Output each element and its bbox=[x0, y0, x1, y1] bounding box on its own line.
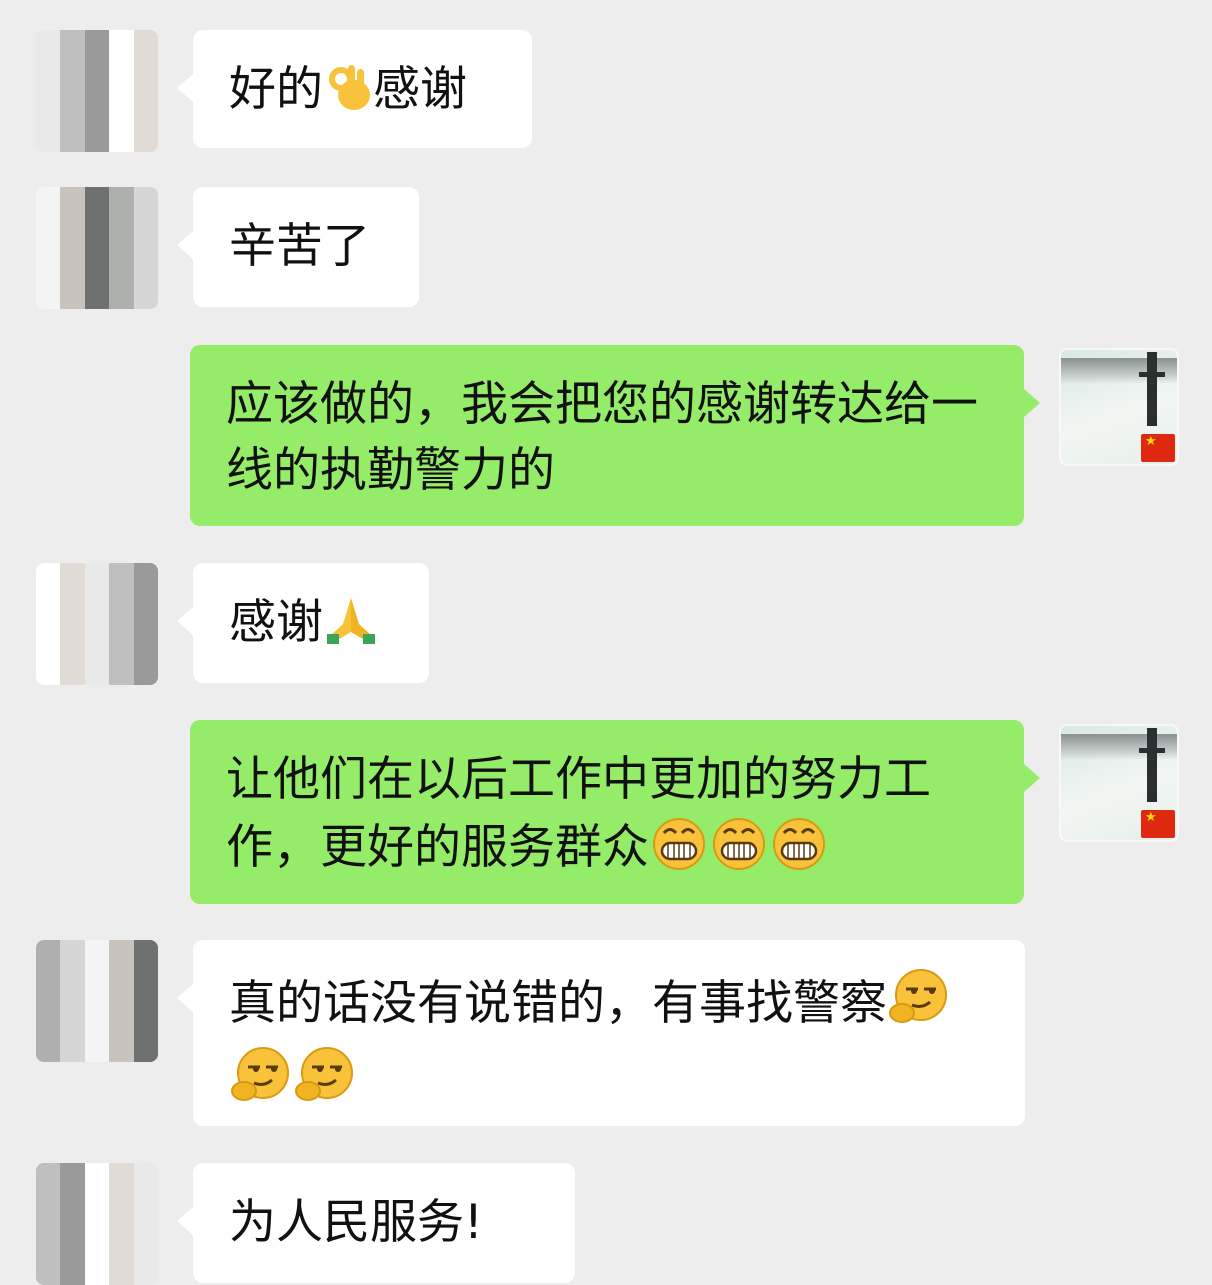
contact-avatar[interactable] bbox=[36, 1163, 158, 1285]
contact-avatar[interactable] bbox=[36, 940, 158, 1062]
message-bubble-incoming[interactable]: 为人民服务! bbox=[177, 1163, 575, 1283]
sly-smirk-emoji-icon bbox=[230, 1045, 292, 1123]
my-avatar[interactable] bbox=[1059, 724, 1179, 842]
my-avatar[interactable] bbox=[1059, 348, 1179, 466]
china-flag-icon bbox=[1141, 810, 1175, 838]
folded-hands-icon bbox=[324, 594, 378, 664]
sly-smirk-emoji-icon bbox=[888, 967, 950, 1045]
message-text: 感谢 bbox=[373, 62, 467, 117]
message-bubble-incoming[interactable]: 辛苦了 bbox=[177, 187, 419, 307]
contact-avatar[interactable] bbox=[36, 30, 158, 152]
ok-hand-icon bbox=[324, 61, 372, 131]
message-text: 为人民服务! bbox=[229, 1195, 483, 1250]
grin-emoji-icon bbox=[770, 813, 828, 889]
contact-avatar[interactable] bbox=[36, 563, 158, 685]
message-bubble-incoming[interactable]: 真的话没有说错的，有事找警察 bbox=[177, 940, 1025, 1126]
message-text: 应该做的，我会把您的感谢转达给一线的执勤警力的 bbox=[226, 377, 978, 498]
message-text: 好的 bbox=[229, 62, 323, 117]
grin-emoji-icon bbox=[650, 813, 708, 889]
message-text: 辛苦了 bbox=[229, 219, 370, 274]
grin-emoji-icon bbox=[710, 813, 768, 889]
message-text: 感谢 bbox=[229, 595, 323, 650]
message-bubble-incoming[interactable]: 好的 感谢 bbox=[177, 30, 532, 148]
message-bubble-outgoing[interactable]: 让他们在以后工作中更加的努力工作，更好的服务群众 bbox=[190, 720, 1040, 904]
china-flag-icon bbox=[1141, 434, 1175, 462]
message-text: 真的话没有说错的，有事找警察 bbox=[229, 976, 887, 1031]
message-bubble-incoming[interactable]: 感谢 bbox=[177, 563, 429, 683]
sly-smirk-emoji-icon bbox=[294, 1045, 356, 1123]
contact-avatar[interactable] bbox=[36, 187, 158, 309]
message-bubble-outgoing[interactable]: 应该做的，我会把您的感谢转达给一线的执勤警力的 bbox=[190, 345, 1040, 526]
